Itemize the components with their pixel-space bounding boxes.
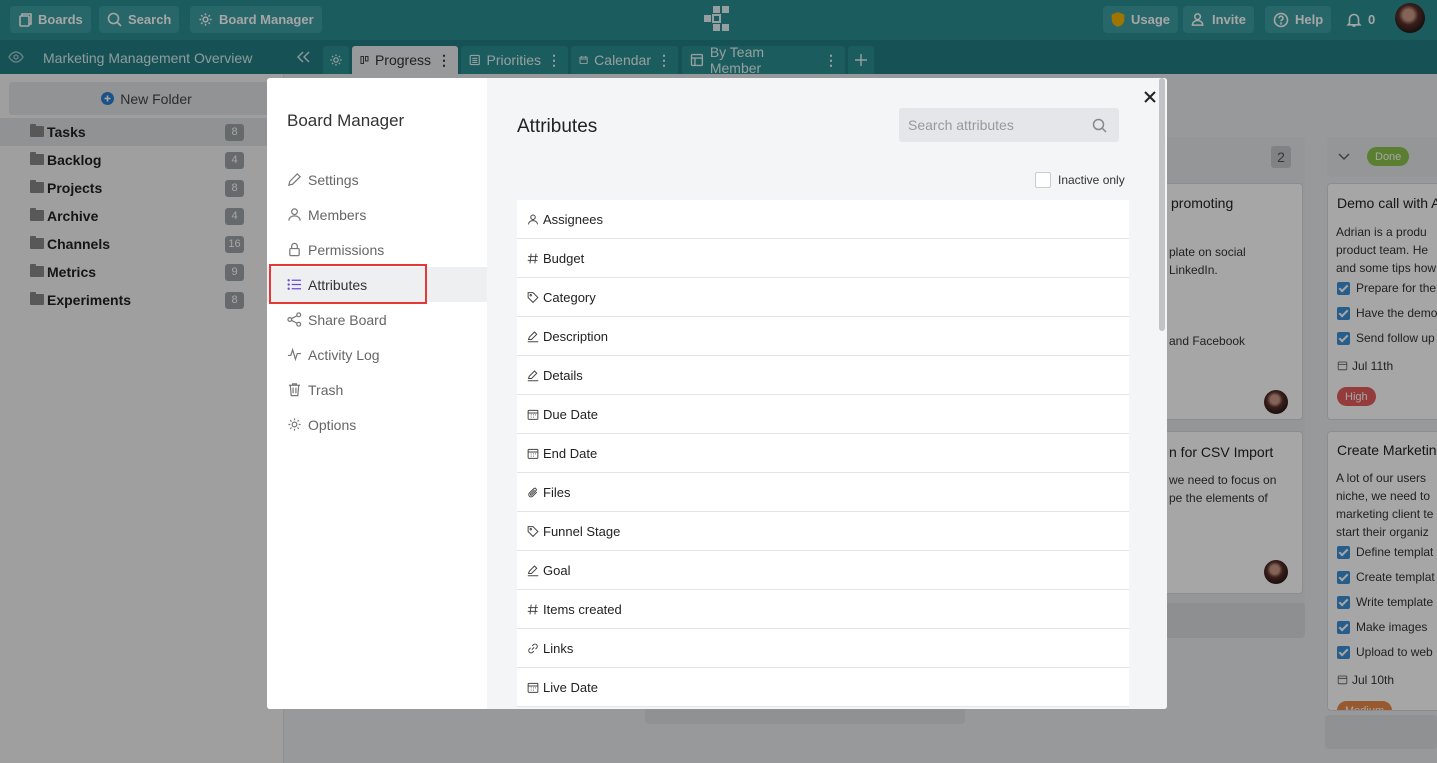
nav-label: Options [308,416,357,433]
search-icon[interactable] [1092,118,1107,133]
paperclip-icon [528,487,538,497]
attribute-name: Details [543,367,583,383]
attribute-row[interactable]: End Date [517,434,1129,473]
hash-icon [527,253,538,263]
link-icon [528,643,538,653]
close-icon[interactable] [1140,87,1160,107]
modal-scrollbar[interactable] [1157,78,1167,709]
attribute-row[interactable]: Due Date [517,395,1129,434]
nav-share-board[interactable]: Share Board [267,302,487,337]
scrollbar-thumb[interactable] [1159,78,1165,331]
board-manager-modal: Board Manager Settings Members Permissio… [267,78,1167,709]
inactive-only-toggle[interactable]: Inactive only [1035,172,1125,188]
nav-options[interactable]: Options [267,407,487,442]
nav-settings[interactable]: Settings [267,162,487,197]
attribute-row[interactable]: Assignees [517,200,1129,239]
tag-icon [527,291,539,303]
attribute-name: Funnel Stage [543,523,621,539]
nav-trash[interactable]: Trash [267,372,487,407]
attribute-row[interactable]: Files [517,473,1129,512]
attribute-name: Items created [543,601,622,617]
nav-permissions[interactable]: Permissions [267,232,487,267]
nav-label: Permissions [308,241,385,258]
edit-icon [527,330,539,342]
attribute-row[interactable]: Goal [517,551,1129,590]
attributes-panel: Attributes Inactive only Assignees Budge… [487,78,1167,709]
attribute-name: End Date [543,445,598,461]
attribute-name: Links [543,640,574,656]
attribute-row[interactable]: Links [517,629,1129,668]
calendar-icon [527,448,539,459]
attribute-name: Due Date [543,406,598,422]
edit-icon [527,564,539,576]
attribute-name: Description [543,328,609,344]
hash-icon [527,604,538,614]
nav-label: Share Board [308,311,387,328]
pencil-icon [288,173,301,186]
calendar-icon [527,682,539,693]
nav-label: Settings [308,171,359,188]
nav-members[interactable]: Members [267,197,487,232]
attribute-name: Goal [543,562,571,578]
attribute-name: Category [543,289,596,305]
nav-activity-log[interactable]: Activity Log [267,337,487,372]
search-attributes [899,108,1119,142]
attribute-row[interactable]: Budget [517,239,1129,278]
nav-label: Members [308,206,367,223]
attribute-name: Files [543,484,571,500]
attribute-name: Assignees [543,211,603,227]
nav-label: Trash [308,381,344,398]
modal-nav: Board Manager Settings Members Permissio… [267,78,487,709]
tag-icon [527,525,539,537]
nav-label: Activity Log [308,346,380,363]
trash-icon [288,383,301,397]
attribute-row[interactable]: Live Date [517,668,1129,707]
activity-icon [287,347,302,362]
attribute-name: Live Date [543,679,598,695]
inactive-only-checkbox[interactable] [1035,172,1051,188]
search-input[interactable] [899,108,1089,142]
selection-highlight [269,264,427,304]
panel-title: Attributes [517,116,598,137]
calendar-icon [527,409,539,420]
lock-icon [289,242,300,257]
attribute-list: Assignees Budget Category Description De… [517,200,1129,707]
attribute-row[interactable]: Description [517,317,1129,356]
attribute-row[interactable]: Funnel Stage [517,512,1129,551]
attribute-row[interactable]: Items created [517,590,1129,629]
user-icon [288,208,301,221]
user-icon [528,214,538,224]
share-icon [287,312,302,327]
attribute-name: Budget [543,250,585,266]
modal-title: Board Manager [287,111,405,130]
inactive-only-label: Inactive only [1058,173,1125,187]
attribute-row[interactable]: Details [517,356,1129,395]
attribute-row[interactable]: Category [517,278,1129,317]
gear-icon [288,418,301,431]
edit-icon [527,369,539,381]
